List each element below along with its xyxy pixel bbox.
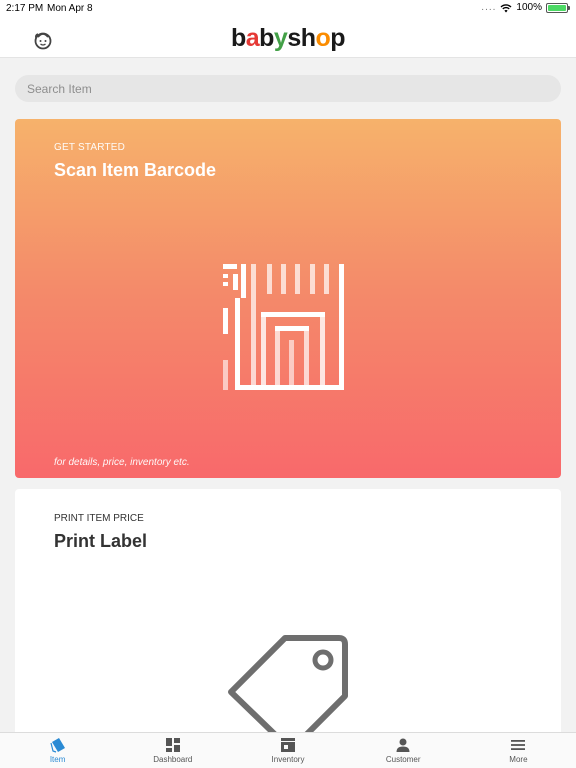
- battery-percent: 100%: [516, 2, 542, 13]
- wifi-icon: [500, 3, 512, 12]
- scan-card-eyebrow: GET STARTED: [54, 142, 126, 153]
- tab-item[interactable]: Item: [0, 733, 115, 768]
- dashboard-icon: [165, 738, 180, 752]
- logo-letter: h: [300, 24, 316, 52]
- status-date: Mon Apr 8: [47, 3, 93, 14]
- tab-item-label: Item: [49, 755, 66, 764]
- status-bar: 2:17 PM Mon Apr 8 .... 100%: [0, 0, 576, 18]
- status-time: 2:17 PM: [6, 3, 44, 14]
- price-tag-icon: [228, 635, 348, 732]
- logo-letter: a: [245, 24, 260, 52]
- tab-customer-label: Customer: [385, 755, 421, 764]
- person-icon: [396, 738, 410, 752]
- print-card-title: Print Label: [54, 531, 148, 551]
- logo-letter: o: [315, 24, 331, 52]
- logo-letter: y: [273, 24, 288, 52]
- tab-inventory-label: Inventory: [271, 755, 305, 764]
- scan-barcode-card[interactable]: GET STARTED Scan Item Barcode for detail…: [15, 119, 561, 478]
- store-icon: [281, 738, 295, 752]
- print-card-eyebrow: PRINT ITEM PRICE: [54, 513, 144, 524]
- status-right: .... 100%: [481, 2, 570, 13]
- logo-letter: s: [287, 24, 301, 52]
- print-label-card[interactable]: PRINT ITEM PRICE Print Label: [15, 489, 561, 732]
- logo-letter: p: [330, 24, 346, 52]
- logo-letter: b: [259, 24, 274, 52]
- battery-icon: [546, 2, 570, 13]
- scan-card-hint: for details, price, inventory etc.: [54, 457, 190, 468]
- tab-inventory[interactable]: Inventory: [230, 733, 345, 768]
- scan-card-title: Scan Item Barcode: [54, 160, 217, 180]
- tab-dashboard[interactable]: Dashboard: [115, 733, 230, 768]
- main-content: GET STARTED Scan Item Barcode: [0, 58, 576, 732]
- tab-more[interactable]: More: [461, 733, 576, 768]
- tab-more-label: More: [509, 755, 528, 764]
- tab-dashboard-label: Dashboard: [153, 755, 193, 764]
- babyshop-logo: babyshop: [0, 24, 576, 53]
- menu-icon: [511, 740, 526, 750]
- logo-letter: b: [230, 24, 246, 52]
- tab-customer[interactable]: Customer: [346, 733, 461, 768]
- tab-bar: Item Dashboard Inventory Customer More: [0, 732, 576, 768]
- barcode-icon: [223, 264, 344, 390]
- nav-bar: babyshop: [0, 18, 576, 58]
- search-input[interactable]: [15, 75, 561, 102]
- signal-dots: ....: [481, 2, 497, 13]
- tag-icon: [50, 738, 65, 753]
